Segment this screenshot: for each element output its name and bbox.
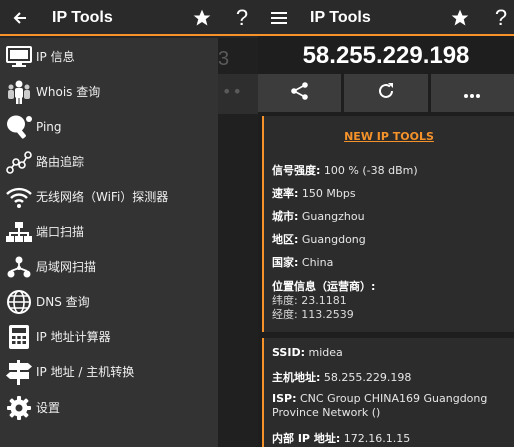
isp-row: ISP: CNC Group CHINA169 Guangdong Provin… <box>272 392 502 420</box>
gear-icon <box>2 393 36 423</box>
longitude-value: 113.2539 <box>301 308 354 321</box>
right-toolbar: IP Tools ? <box>258 0 514 36</box>
more-button[interactable] <box>430 74 514 112</box>
action-bar <box>258 74 514 112</box>
country-label: 国家: <box>272 256 299 269</box>
ssid-row: SSID: midea <box>272 346 343 359</box>
speed-row: 速率: 150 Mbps <box>272 185 356 201</box>
signal-label: 信号强度: <box>272 164 321 177</box>
drawer-item-label: DNS 查询 <box>36 295 90 309</box>
region-row: 地区: Guangdong <box>272 231 366 247</box>
internal-ip-value: 172.16.1.15 <box>343 432 411 445</box>
drawer-item-ip-host-convert[interactable]: IP 地址 / 主机转换 <box>0 354 218 389</box>
navigation-drawer: IP 信息 Whois 查询 Ping 路由追踪 无线网络（WiFi）探测器 端… <box>0 38 218 447</box>
left-toolbar: IP Tools ? <box>0 0 258 36</box>
people-icon <box>2 77 36 107</box>
host-row: 主机地址: 58.255.229.198 <box>272 369 411 385</box>
drawer-item-port-scan[interactable]: 端口扫描 <box>0 214 218 249</box>
more-icon <box>463 84 481 103</box>
share-icon <box>290 81 310 105</box>
right-toolbar-title: IP Tools <box>310 9 371 26</box>
host-value: 58.255.229.198 <box>323 371 412 384</box>
city-row: 城市: Guangzhou <box>272 208 365 224</box>
longitude-label: 经度: <box>272 308 298 321</box>
drawer-item-wifi-scanner[interactable]: 无线网络（WiFi）探测器 <box>0 179 218 214</box>
longitude-row: 经度: 113.2539 <box>272 306 354 322</box>
refresh-button[interactable] <box>344 74 428 112</box>
drawer-item-label: 端口扫描 <box>36 225 85 239</box>
star-icon[interactable] <box>190 0 214 36</box>
region-value: Guangdong <box>301 233 366 246</box>
content-behind-drawer: 3 •• <box>218 38 258 447</box>
country-row: 国家: China <box>272 254 333 270</box>
help-icon[interactable]: ? <box>230 0 254 36</box>
left-toolbar-title: IP Tools <box>52 9 113 26</box>
drawer-item-label: IP 地址计算器 <box>36 330 111 344</box>
ping-pong-icon <box>2 112 36 142</box>
drawer-item-traceroute[interactable]: 路由追踪 <box>0 144 218 179</box>
speed-value: 150 Mbps <box>301 187 356 200</box>
speed-label: 速率: <box>272 187 299 200</box>
network-icon <box>2 217 36 247</box>
hamburger-icon[interactable] <box>268 0 290 36</box>
drawer-item-ping[interactable]: Ping <box>0 109 218 144</box>
city-value: Guangzhou <box>301 210 365 223</box>
right-pane: IP Tools ? 58.255.229.198 NEW IP TOOLS 信… <box>258 0 514 447</box>
country-value: China <box>301 256 334 269</box>
host-label: 主机地址: <box>272 371 321 384</box>
drawer-item-whois[interactable]: Whois 查询 <box>0 74 218 109</box>
connection-info-card: SSID: midea 主机地址: 58.255.229.198 ISP: CN… <box>262 338 514 447</box>
drawer-item-label: 路由追踪 <box>36 155 85 169</box>
ghost-text: 3 <box>218 48 230 70</box>
signal-row: 信号强度: 100 % (-38 dBm) <box>272 162 418 178</box>
route-icon <box>2 147 36 177</box>
signal-value: 100 % (-38 dBm) <box>323 164 418 177</box>
monitor-icon <box>2 42 36 72</box>
lan-icon <box>2 252 36 282</box>
internal-ip-row: 内部 IP 地址: 172.16.1.15 <box>272 430 410 446</box>
calculator-icon <box>2 322 36 352</box>
refresh-icon <box>376 81 396 105</box>
public-ip-address: 58.255.229.198 <box>302 42 470 69</box>
wifi-icon <box>2 182 36 212</box>
share-button[interactable] <box>258 74 342 112</box>
drawer-item-settings[interactable]: 设置 <box>0 390 218 425</box>
drawer-item-label: IP 信息 <box>36 50 75 64</box>
signpost-icon <box>2 357 36 387</box>
ghost-dots: •• <box>222 82 243 101</box>
isp-value: CNC Group CHINA169 Guangdong Province Ne… <box>272 392 488 419</box>
drawer-item-lan-scan[interactable]: 局域网扫描 <box>0 249 218 284</box>
globe-icon <box>2 287 36 317</box>
drawer-item-label: Ping <box>36 119 62 134</box>
city-label: 城市: <box>272 210 299 223</box>
new-ip-tools-link[interactable]: NEW IP TOOLS <box>264 130 514 143</box>
drawer-item-ip-calculator[interactable]: IP 地址计算器 <box>0 319 218 354</box>
drawer-item-dns-lookup[interactable]: DNS 查询 <box>0 284 218 319</box>
arrow-left-icon[interactable] <box>8 0 32 36</box>
left-pane: IP Tools ? 3 •• IP 信息 Whois 查询 Ping 路由追踪… <box>0 0 258 447</box>
drawer-item-label: Whois 查询 <box>36 85 101 99</box>
network-info-card: NEW IP TOOLS 信号强度: 100 % (-38 dBm) 速率: 1… <box>262 116 514 332</box>
help-icon[interactable]: ? <box>490 0 512 36</box>
region-label: 地区: <box>272 233 299 246</box>
drawer-item-label: IP 地址 / 主机转换 <box>36 365 135 379</box>
isp-label: ISP: <box>272 392 297 405</box>
drawer-item-label: 无线网络（WiFi）探测器 <box>36 190 169 204</box>
drawer-item-ip-info[interactable]: IP 信息 <box>0 39 218 74</box>
ssid-value: midea <box>308 346 343 359</box>
star-icon[interactable] <box>448 0 472 36</box>
drawer-item-label: 设置 <box>36 401 61 415</box>
internal-ip-label: 内部 IP 地址: <box>272 432 341 445</box>
ssid-label: SSID: <box>272 346 305 359</box>
drawer-item-label: 局域网扫描 <box>36 260 97 274</box>
